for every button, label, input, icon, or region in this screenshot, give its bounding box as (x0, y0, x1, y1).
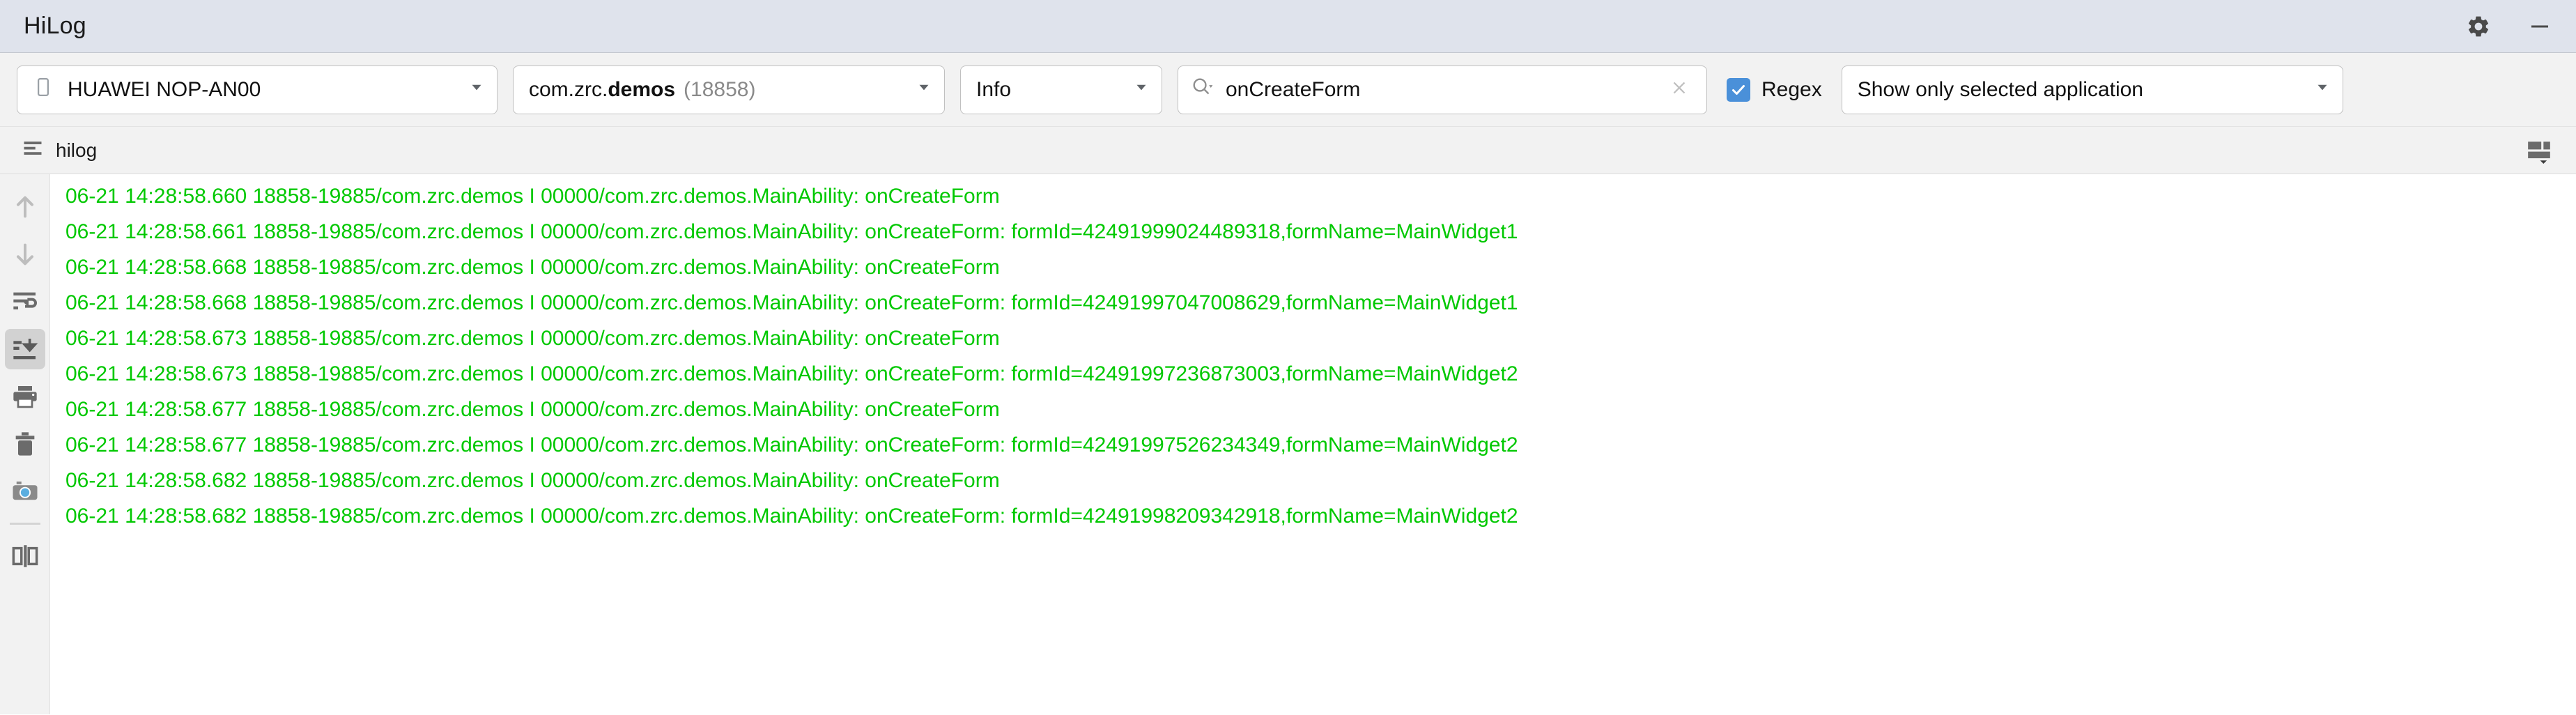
print-icon (13, 386, 37, 408)
sidebar-divider (9, 523, 40, 525)
chevron-down-icon (915, 78, 933, 102)
log-line[interactable]: 06-21 14:28:58.677 18858-19885/com.zrc.d… (50, 392, 2576, 427)
settings-button[interactable] (2463, 11, 2494, 42)
search-icon (1191, 76, 1214, 103)
screenshot-icon (13, 482, 37, 500)
soft-wrap-icon (13, 292, 37, 309)
main-body: 06-21 14:28:58.660 18858-19885/com.zrc.d… (0, 174, 2576, 714)
chevron-down-icon (468, 78, 486, 102)
log-tools-sidebar (0, 174, 50, 714)
window-title: HiLog (24, 13, 86, 39)
search-input[interactable] (1226, 77, 1651, 102)
sidebar-item-screenshot[interactable] (5, 471, 45, 512)
phone-icon (33, 77, 54, 103)
panel-layout-button[interactable] (2519, 130, 2559, 171)
device-selector-label: HUAWEI NOP-AN00 (68, 77, 261, 101)
close-icon (1673, 82, 1686, 94)
tab-hilog[interactable]: hilog (22, 137, 97, 163)
log-line[interactable]: 06-21 14:28:58.677 18858-19885/com.zrc.d… (50, 427, 2576, 463)
sidebar-item-scroll-down[interactable] (5, 234, 45, 275)
scope-selector-label: Show only selected application (1857, 77, 2143, 101)
panel-layout-icon (2528, 141, 2550, 164)
scroll-to-end-icon (13, 339, 38, 360)
scope-selector[interactable]: Show only selected application (1841, 65, 2343, 114)
chevron-down-icon (2313, 78, 2331, 102)
sidebar-item-print[interactable] (5, 376, 45, 417)
gear-icon (2468, 16, 2489, 36)
log-line[interactable]: 06-21 14:28:58.668 18858-19885/com.zrc.d… (50, 285, 2576, 321)
log-level-label: Info (976, 77, 1012, 101)
log-level-selector[interactable]: Info (960, 65, 1162, 114)
regex-label: Regex (1761, 77, 1822, 101)
sidebar-item-scroll-to-end[interactable] (4, 329, 45, 369)
sidebar-item-soft-wrap[interactable] (5, 282, 45, 322)
title-bar-actions (2463, 11, 2555, 42)
process-selector-label: com.zrc.demos (18858) (529, 78, 904, 102)
minimize-icon (2531, 25, 2548, 27)
log-line[interactable]: 06-21 14:28:58.660 18858-19885/com.zrc.d… (50, 178, 2576, 214)
process-selector[interactable]: com.zrc.demos (18858) (513, 65, 945, 114)
minimize-button[interactable] (2524, 11, 2555, 42)
regex-checkbox[interactable] (1727, 77, 1750, 102)
tab-hilog-label: hilog (56, 139, 98, 161)
log-line[interactable]: 06-21 14:28:58.682 18858-19885/com.zrc.d… (50, 463, 2576, 498)
scroll-up-icon (16, 196, 33, 218)
sidebar-item-scroll-up[interactable] (5, 187, 45, 227)
log-line[interactable]: 06-21 14:28:58.668 18858-19885/com.zrc.d… (50, 249, 2576, 285)
log-line[interactable]: 06-21 14:28:58.673 18858-19885/com.zrc.d… (50, 321, 2576, 356)
chevron-down-icon (1132, 78, 1150, 102)
clear-icon (15, 432, 34, 456)
split-panel-icon (12, 545, 38, 567)
check-icon (1732, 84, 1745, 95)
regex-toggle[interactable]: Regex (1722, 77, 1826, 102)
log-line[interactable]: 06-21 14:28:58.661 18858-19885/com.zrc.d… (50, 214, 2576, 249)
title-bar: HiLog (0, 0, 2576, 53)
log-output-pane[interactable]: 06-21 14:28:58.660 18858-19885/com.zrc.d… (50, 174, 2576, 714)
scroll-down-icon (16, 243, 33, 266)
clear-search-button[interactable] (1662, 77, 1697, 102)
list-lines-icon (22, 137, 43, 163)
log-line[interactable]: 06-21 14:28:58.673 18858-19885/com.zrc.d… (50, 356, 2576, 392)
search-box[interactable] (1178, 65, 1707, 114)
sidebar-item-split-panel[interactable] (5, 536, 45, 576)
process-bold: demos (608, 77, 676, 101)
filter-toolbar: HUAWEI NOP-AN00 com.zrc.demos (18858) Inf… (0, 53, 2576, 127)
tab-bar: hilog (0, 127, 2576, 174)
sidebar-item-clear[interactable] (5, 424, 45, 464)
device-selector[interactable]: HUAWEI NOP-AN00 (17, 65, 498, 114)
process-prefix: com.zrc. (529, 77, 608, 101)
log-line[interactable]: 06-21 14:28:58.682 18858-19885/com.zrc.d… (50, 498, 2576, 534)
process-pid: (18858) (684, 77, 756, 101)
